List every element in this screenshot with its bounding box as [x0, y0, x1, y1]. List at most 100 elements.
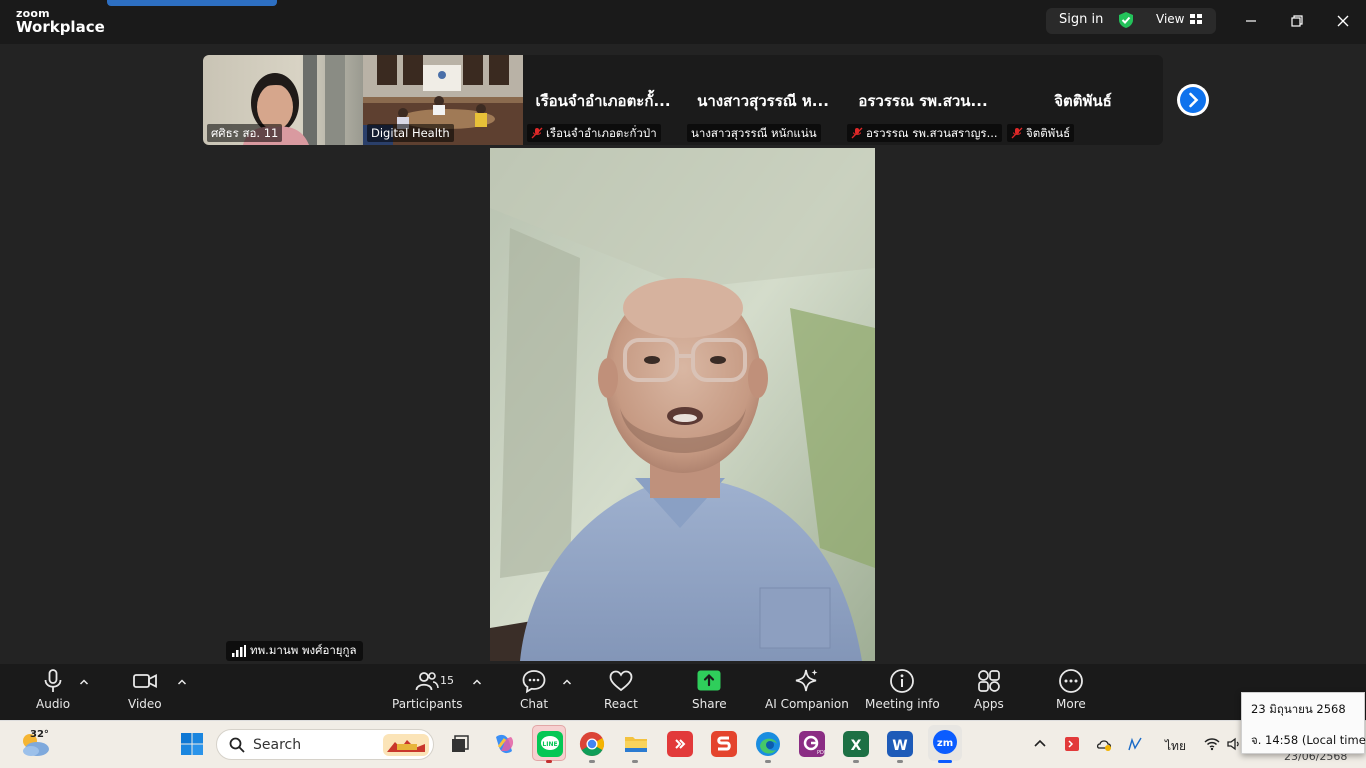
mic-muted-icon	[1011, 127, 1023, 139]
svg-text:PDF: PDF	[817, 750, 825, 756]
active-speaker-video	[490, 148, 875, 661]
svg-text:zm: zm	[937, 738, 953, 749]
onedrive-icon[interactable]	[1096, 736, 1112, 752]
input-language[interactable]: ไทย	[1165, 737, 1186, 756]
share-screen-icon	[697, 670, 721, 691]
view-label: View	[1156, 12, 1185, 26]
svg-text:LINE: LINE	[542, 741, 557, 748]
minimize-button[interactable]	[1239, 10, 1263, 32]
word-app[interactable]: W	[887, 731, 913, 757]
meeting-info-label: Meeting info	[865, 697, 940, 711]
audio-button[interactable]: Audio	[36, 668, 70, 711]
running-indicator	[897, 760, 903, 763]
meeting-info-button[interactable]: Meeting info	[865, 668, 940, 711]
anydesk-tray-icon[interactable]	[1064, 736, 1080, 752]
participant-tile[interactable]: อรวรรณ รพ.สวน... อรวรรณ รพ.สวนสราญร...	[843, 55, 1003, 145]
chevron-up-icon[interactable]	[1032, 736, 1048, 752]
chevron-up-icon[interactable]	[78, 676, 90, 688]
participant-name: นางสาวสุวรรณี หนักแน่น	[691, 126, 817, 140]
running-indicator	[589, 760, 595, 763]
apps-button[interactable]: Apps	[974, 668, 1004, 711]
close-button[interactable]	[1331, 10, 1355, 32]
participant-tile[interactable]: ศศิธร สอ. 11	[203, 55, 363, 145]
running-indicator	[938, 760, 952, 763]
participant-tile[interactable]: เรือนจำอำเภอตะกั้... เรือนจำอำเภอตะกั่วป…	[523, 55, 683, 145]
pen-input-icon[interactable]	[1127, 736, 1143, 752]
chrome-app[interactable]	[579, 731, 605, 757]
signal-icon	[232, 645, 246, 657]
participant-display-name: อรวรรณ รพ.สวน...	[858, 92, 988, 110]
audio-label: Audio	[36, 697, 71, 711]
copilot-app[interactable]	[491, 731, 517, 757]
title-bar: zoom Workplace Sign in View	[0, 0, 1366, 44]
chevron-up-icon[interactable]	[471, 676, 483, 688]
zoom-icon: zm	[933, 730, 957, 754]
logo-line2: Workplace	[16, 18, 105, 36]
view-button[interactable]: View	[1156, 12, 1203, 26]
chevron-up-icon[interactable]	[561, 676, 573, 688]
wifi-icon[interactable]	[1204, 736, 1220, 752]
video-button[interactable]: Video	[128, 668, 162, 711]
search-icon	[229, 737, 245, 753]
share-button[interactable]: Share	[692, 668, 727, 711]
participant-name-tag: นางสาวสุวรรณี หนักแน่น	[687, 124, 821, 142]
participant-name: ศศิธร สอ. 11	[211, 126, 279, 140]
pdf-icon: PDF	[803, 735, 827, 756]
more-label: More	[1056, 697, 1086, 711]
ai-companion-button[interactable]: AI Companion	[765, 668, 849, 711]
restore-button[interactable]	[1285, 10, 1309, 32]
more-button[interactable]: More	[1056, 668, 1086, 711]
next-page-button[interactable]	[1177, 84, 1209, 116]
apps-icon	[977, 670, 1000, 692]
date-tooltip: 23 มิถุนายน 2568 จ. 14:58 (Local time)	[1241, 692, 1366, 754]
meeting-toolbar	[0, 664, 1366, 720]
speaker-video-frame	[490, 148, 875, 661]
participant-name-tag: อรวรรณ รพ.สวนสราญร...	[847, 124, 1002, 142]
participant-tile[interactable]: จิตติพันธ์ จิตติพันธ์	[1003, 55, 1163, 145]
participant-tile[interactable]: Digital Health	[363, 55, 523, 145]
excel-icon: X	[851, 738, 862, 754]
file-explorer-app[interactable]	[623, 731, 649, 757]
line-icon: LINE	[537, 731, 563, 757]
video-camera-icon	[132, 674, 157, 688]
task-view-app[interactable]	[447, 731, 473, 757]
shield-icon[interactable]	[1117, 11, 1135, 29]
participant-name-tag: จิตติพันธ์	[1007, 124, 1075, 142]
video-label: Video	[128, 697, 162, 711]
participant-display-name: จิตติพันธ์	[1054, 92, 1112, 110]
svg-text:W: W	[892, 738, 907, 754]
edge-icon	[756, 732, 780, 756]
windows-start-icon[interactable]	[180, 732, 204, 756]
speaker-icon[interactable]	[1226, 736, 1242, 752]
temperature: 32°	[30, 729, 49, 740]
folder-icon	[625, 737, 647, 752]
react-button[interactable]: React	[604, 668, 638, 711]
participant-gallery: ศศิธร สอ. 11 Digital Health เรือนจำอำเภอ…	[203, 55, 1163, 145]
grid-icon	[1190, 14, 1203, 24]
pdf-app[interactable]: PDF	[799, 731, 827, 757]
task-view-icon	[452, 735, 469, 752]
sparkle-icon	[795, 669, 818, 692]
participant-tile[interactable]: นางสาวสุวรรณี ห... นางสาวสุวรรณี หนักแน่…	[683, 55, 843, 145]
s-app[interactable]	[711, 731, 737, 757]
anydesk-app[interactable]	[667, 731, 693, 757]
chevron-up-icon[interactable]	[176, 676, 188, 688]
date-tooltip-date: 23 มิถุนายน 2568	[1251, 702, 1346, 716]
chat-button[interactable]: Chat	[520, 668, 548, 711]
participant-display-name: นางสาวสุวรรณี ห...	[697, 92, 829, 110]
excel-app[interactable]: X	[843, 731, 869, 757]
close-icon	[1337, 15, 1349, 27]
participant-name: อรวรรณ รพ.สวนสราญร...	[866, 126, 998, 140]
chat-icon	[522, 670, 546, 694]
edge-app[interactable]	[755, 731, 781, 757]
running-indicator	[853, 760, 859, 763]
mic-muted-icon	[851, 127, 863, 139]
participants-count: 15	[440, 674, 454, 687]
taskbar-search[interactable]: Search	[216, 729, 434, 760]
sign-in-button[interactable]: Sign in	[1059, 12, 1103, 27]
zoom-app[interactable]: zm	[928, 725, 962, 761]
chat-label: Chat	[520, 697, 549, 711]
svg-text:X: X	[851, 738, 862, 754]
line-app[interactable]: LINE	[532, 725, 566, 761]
active-indicator	[107, 0, 277, 6]
